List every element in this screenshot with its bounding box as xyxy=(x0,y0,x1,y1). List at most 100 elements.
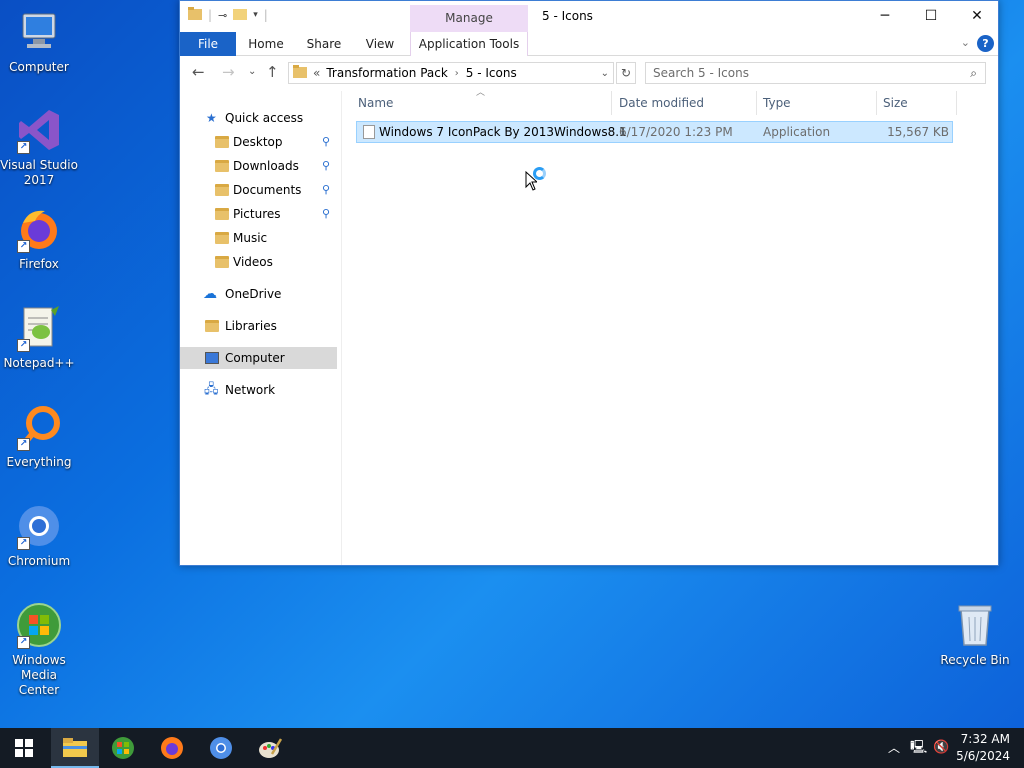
search-icon: ⌕ xyxy=(970,66,977,80)
nav-pictures[interactable]: Pictures ⚲ xyxy=(180,203,337,225)
tab-application-tools[interactable]: Application Tools xyxy=(410,32,528,56)
column-headers: ︿ Name Date modified Type Size xyxy=(356,88,988,115)
folder-icon[interactable] xyxy=(188,7,202,23)
tab-file[interactable]: File xyxy=(180,32,236,56)
network-status-icon[interactable]: 🖳 xyxy=(910,728,927,768)
desktop-icon-label: Firefox xyxy=(19,257,59,271)
quick-access-toolbar: | ⊸ ▾ | xyxy=(188,7,268,23)
desktop-icon-label: Visual Studio 2017 xyxy=(0,158,78,187)
ribbon-tabs: File Home Share View Application Tools ⌄… xyxy=(180,32,998,56)
search-input[interactable]: Search 5 - Icons ⌕ xyxy=(645,62,986,84)
taskbar-file-explorer[interactable] xyxy=(51,728,99,768)
tab-home[interactable]: Home xyxy=(240,32,292,56)
pin-icon[interactable]: ⚲ xyxy=(322,131,330,153)
nav-label: Desktop xyxy=(233,135,283,149)
expand-ribbon-icon[interactable]: ⌄ xyxy=(961,36,970,49)
address-dropdown-icon[interactable]: ⌄ xyxy=(601,68,609,79)
cloud-icon: ☁ xyxy=(203,286,217,302)
desktop-icon-notepadpp[interactable]: ↗ Notepad++ xyxy=(0,304,78,371)
taskbar-firefox[interactable] xyxy=(148,728,196,768)
breadcrumb-5-icons[interactable]: 5 - Icons xyxy=(466,66,517,80)
column-date-modified[interactable]: Date modified xyxy=(617,91,757,115)
desktop-icon-recycle-bin[interactable]: Recycle Bin xyxy=(936,601,1014,668)
volume-muted-icon[interactable]: 🔇 xyxy=(933,728,949,768)
up-arrow-icon[interactable]: ↑ xyxy=(266,63,279,81)
show-hidden-icons-icon[interactable]: ︿ xyxy=(888,728,900,768)
properties-icon[interactable]: ⊸ xyxy=(218,9,227,22)
desktop-icon-label: Recycle Bin xyxy=(940,653,1010,667)
chromium-icon xyxy=(210,737,232,759)
minimize-button[interactable]: ─ xyxy=(862,1,908,31)
file-size: 15,567 KB xyxy=(887,125,949,139)
close-button[interactable]: ✕ xyxy=(954,1,1000,31)
desktop-icon-label: Everything xyxy=(6,455,72,469)
busy-spinner-icon xyxy=(533,167,546,180)
nav-videos[interactable]: Videos xyxy=(180,251,337,273)
maximize-button[interactable]: ☐ xyxy=(908,1,954,31)
folder-icon xyxy=(293,65,307,81)
tab-view[interactable]: View xyxy=(356,32,404,56)
shortcut-arrow-icon: ↗ xyxy=(17,141,30,154)
breadcrumb-separator-icon[interactable]: › xyxy=(455,68,459,79)
desktop-icon-firefox[interactable]: ↗ Firefox xyxy=(0,205,78,272)
start-button[interactable] xyxy=(0,728,48,768)
navigation-pane: ★ Quick access Desktop ⚲ Downloads ⚲ Doc… xyxy=(180,91,342,565)
clock-date: 5/6/2024 xyxy=(956,749,1010,763)
nav-network[interactable]: 🖧 Network xyxy=(180,379,337,401)
nav-documents[interactable]: Documents ⚲ xyxy=(180,179,337,201)
paint-icon xyxy=(259,738,282,758)
pin-icon[interactable]: ⚲ xyxy=(322,179,330,201)
column-type[interactable]: Type xyxy=(761,91,877,115)
downloads-folder-icon xyxy=(215,160,229,172)
pin-icon[interactable]: ⚲ xyxy=(322,203,330,225)
pin-icon[interactable]: ⚲ xyxy=(322,155,330,177)
column-size[interactable]: Size xyxy=(881,91,957,115)
desktop-icon-visual-studio[interactable]: ↗ Visual Studio 2017 xyxy=(0,106,78,188)
nav-quick-access[interactable]: ★ Quick access xyxy=(180,107,337,129)
desktop-icon-media-center[interactable]: ↗ Windows Media Center xyxy=(0,601,78,698)
recycle-bin-icon xyxy=(951,601,999,649)
windows-logo-icon xyxy=(15,739,33,757)
help-icon[interactable]: ? xyxy=(977,35,994,52)
nav-label: Network xyxy=(225,383,276,397)
nav-label: Music xyxy=(233,231,268,245)
nav-libraries[interactable]: Libraries xyxy=(180,315,337,337)
title-bar[interactable]: | ⊸ ▾ | Manage 5 - Icons ─ ☐ ✕ xyxy=(180,1,998,32)
nav-desktop[interactable]: Desktop ⚲ xyxy=(180,131,337,153)
system-clock[interactable]: 7:32 AM 5/6/2024 xyxy=(956,731,1010,765)
file-name: Windows 7 IconPack By 2013Windows8.1 xyxy=(379,125,627,139)
nav-onedrive[interactable]: ☁ OneDrive xyxy=(180,283,337,305)
taskbar-media-center[interactable] xyxy=(99,728,147,768)
customize-toolbar-icon[interactable]: ▾ xyxy=(253,10,258,20)
address-overflow[interactable]: « xyxy=(313,66,320,80)
new-folder-icon[interactable] xyxy=(233,7,248,23)
tab-manage[interactable]: Manage xyxy=(410,5,528,32)
nav-label: Downloads xyxy=(233,159,299,173)
file-explorer-window[interactable]: | ⊸ ▾ | Manage 5 - Icons ─ ☐ ✕ File Home… xyxy=(179,0,999,566)
refresh-icon[interactable]: ↻ xyxy=(616,62,636,84)
taskbar: ︿ 🖳 🔇 7:32 AM 5/6/2024 xyxy=(0,728,1024,768)
nav-music[interactable]: Music xyxy=(180,227,337,249)
back-arrow-icon[interactable]: ← xyxy=(192,63,205,81)
nav-label: Pictures xyxy=(233,207,281,221)
nav-computer[interactable]: Computer xyxy=(180,347,337,369)
table-row[interactable]: Windows 7 IconPack By 2013Windows8.1 6/1… xyxy=(356,121,953,143)
taskbar-chromium[interactable] xyxy=(197,728,245,768)
taskbar-paint[interactable] xyxy=(246,728,294,768)
chromium-icon: ↗ xyxy=(15,502,63,550)
everything-icon: ↗ xyxy=(15,403,63,451)
nav-label: OneDrive xyxy=(225,287,282,301)
column-name[interactable]: Name xyxy=(356,91,612,115)
application-file-icon xyxy=(363,125,375,139)
nav-downloads[interactable]: Downloads ⚲ xyxy=(180,155,337,177)
shortcut-arrow-icon: ↗ xyxy=(17,636,30,649)
recent-locations-icon[interactable]: ⌄ xyxy=(248,66,256,77)
desktop-icon-chromium[interactable]: ↗ Chromium xyxy=(0,502,78,569)
breadcrumb-transformation-pack[interactable]: Transformation Pack xyxy=(326,66,447,80)
tab-share[interactable]: Share xyxy=(298,32,350,56)
desktop-icon-everything[interactable]: ↗ Everything xyxy=(0,403,78,470)
forward-arrow-icon[interactable]: → xyxy=(222,63,235,81)
desktop-icon-computer[interactable]: Computer xyxy=(0,8,78,75)
address-bar[interactable]: « Transformation Pack › 5 - Icons ⌄ xyxy=(288,62,614,84)
nav-label: Quick access xyxy=(225,111,304,125)
